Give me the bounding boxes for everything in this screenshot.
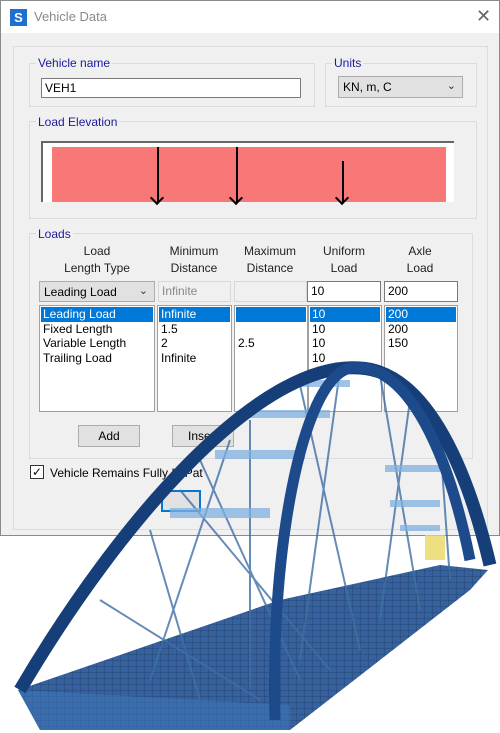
vehicle-load-marker — [425, 535, 445, 560]
bridge-model-image — [14, 361, 497, 730]
